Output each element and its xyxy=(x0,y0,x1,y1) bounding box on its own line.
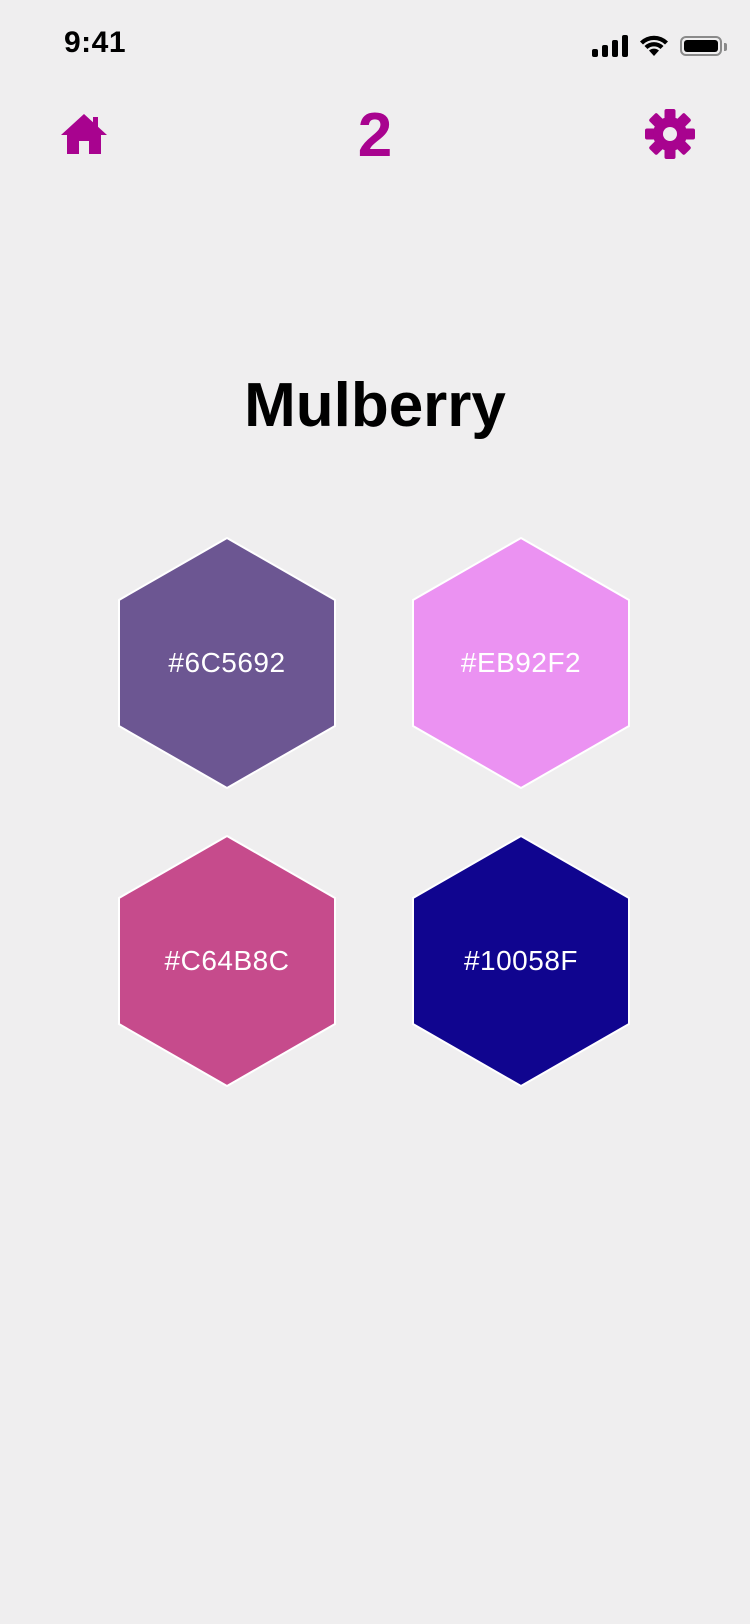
top-bar: 2 xyxy=(0,100,750,180)
color-swatch-hex[interactable]: #C64B8C xyxy=(118,835,336,1087)
wifi-icon xyxy=(640,35,668,56)
settings-button[interactable] xyxy=(644,108,696,160)
gear-icon xyxy=(645,109,695,159)
swatch-hex-code: #6C5692 xyxy=(168,647,286,678)
status-time: 9:41 xyxy=(64,26,127,59)
cellular-signal-icon xyxy=(592,35,628,57)
color-swatch-hex[interactable]: #10058F xyxy=(412,835,630,1087)
color-swatch-hex[interactable]: #6C5692 xyxy=(118,537,336,789)
status-icons xyxy=(592,32,727,60)
status-bar: 9:41 xyxy=(0,0,750,90)
color-swatch-hex[interactable]: #EB92F2 xyxy=(412,537,630,789)
swatch-hex-code: #EB92F2 xyxy=(460,647,582,678)
level-number: 2 xyxy=(357,101,393,170)
swatch-hex-code: #C64B8C xyxy=(164,945,290,976)
palette-title: Mulberry xyxy=(244,371,506,440)
swatch-hex-code: #10058F xyxy=(463,945,579,976)
swatch-grid: #6C5692 #EB92F2 #C64B8C #10058F xyxy=(0,0,750,1624)
battery-icon xyxy=(680,36,727,56)
